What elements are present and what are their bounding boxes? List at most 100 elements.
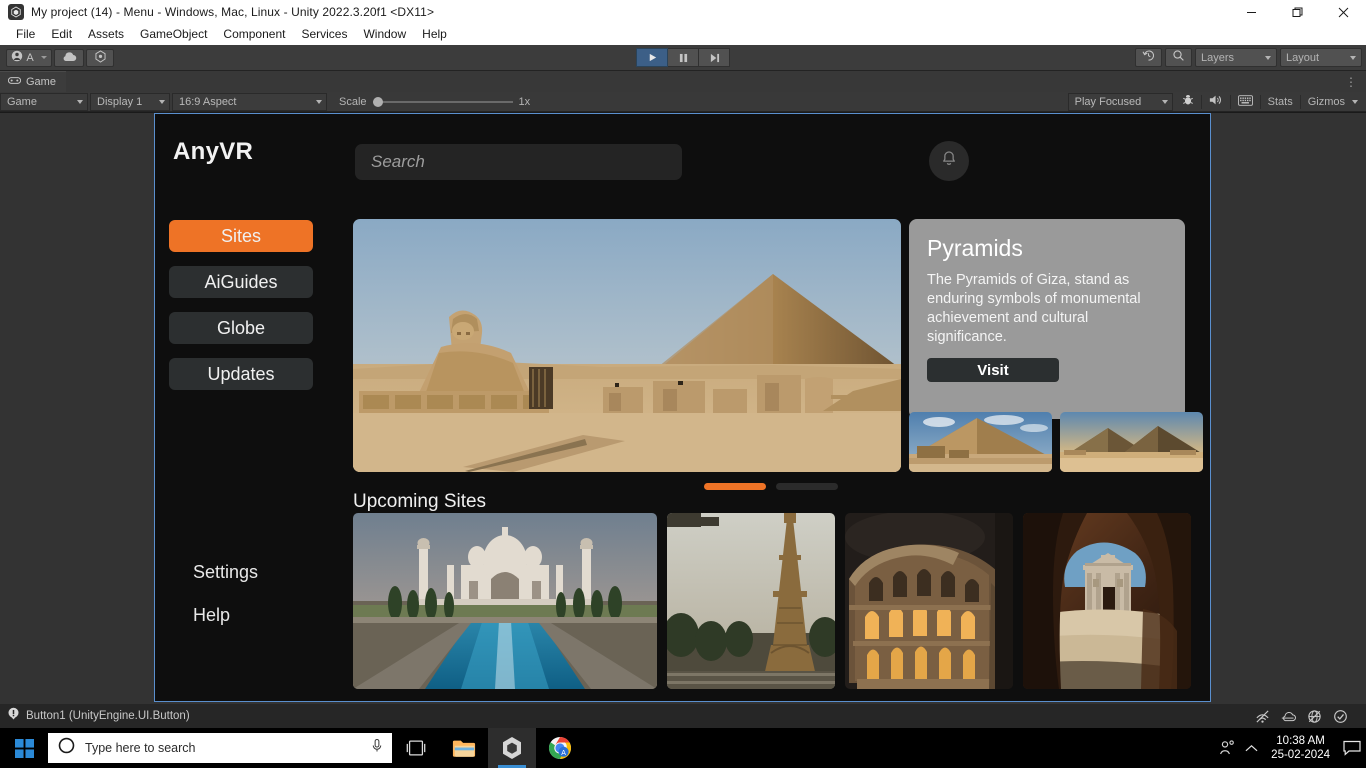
maximize-icon[interactable] [1274,0,1320,24]
upcoming-site-taj-mahal[interactable] [353,513,657,689]
nav-item-label: Globe [216,317,266,338]
search-placeholder: Search [371,152,425,171]
clock-time: 10:38 AM [1276,735,1325,747]
gizmos-button[interactable]: Gizmos [1301,92,1352,112]
play-button[interactable] [636,48,668,67]
layers-dropdown[interactable]: Layers [1195,48,1277,67]
nav-item-aiguides[interactable]: AiGuides [169,266,313,298]
menu-item-window[interactable]: Window [355,24,414,45]
kebab-menu-icon[interactable]: ⋮ [1345,75,1358,89]
nav-item-globe[interactable]: Globe [169,312,313,344]
unity-icon[interactable] [488,728,536,768]
notification-bell-icon [940,150,958,173]
minimize-icon[interactable] [1228,0,1274,24]
menu-item-edit[interactable]: Edit [43,24,80,45]
scale-value: 1x [518,95,531,108]
upcoming-site-colosseum[interactable] [845,513,1013,689]
search-button[interactable] [1165,48,1192,67]
account-button[interactable]: A [6,48,52,67]
link-settings[interactable]: Settings [193,562,258,583]
account-label: A [26,51,34,64]
menu-bar: File Edit Assets GameObject Component Se… [0,24,1366,45]
chevron-down-icon [159,99,165,104]
scale-label: Scale [339,95,367,108]
network-muted-icon[interactable] [1250,706,1274,726]
chevron-down-icon [1350,55,1356,60]
grid-icon [1237,94,1253,109]
search-icon [1172,49,1185,67]
windows-taskbar: Type here to search A 10:38 AM 25-02-202… [0,728,1366,768]
step-button[interactable] [699,48,730,67]
file-explorer-icon[interactable] [440,728,488,768]
menu-item-assets[interactable]: Assets [80,24,132,45]
section-title: Upcoming Sites [353,491,487,512]
game-view-canvas[interactable]: AnyVR Search Sites AiGuides Globe Update… [0,113,1366,704]
system-tray: 10:38 AM 25-02-2024 [1215,728,1366,768]
scale-slider[interactable]: Scale 1x [339,96,530,108]
chevron-down-icon [40,56,47,59]
pause-button[interactable] [668,48,699,67]
grid-button[interactable] [1231,92,1260,112]
microphone-icon[interactable] [370,738,384,758]
site-title: Pyramids [927,235,1023,261]
view-mode-label: Game [7,95,37,108]
cloud-button[interactable] [54,48,84,67]
no-internet-icon[interactable] [1302,706,1326,726]
taskbar-clock[interactable]: 10:38 AM 25-02-2024 [1263,728,1338,768]
unity-services-button[interactable] [86,48,114,67]
display-dropdown[interactable]: Display 1 [90,92,170,111]
search-input[interactable]: Search [355,144,682,180]
app-nav: Sites AiGuides Globe Updates [169,220,313,404]
action-center-icon[interactable] [1338,728,1366,768]
mute-audio-icon [1209,94,1223,109]
task-view-icon[interactable] [392,728,440,768]
panel-tab-strip: Game ⋮ [0,71,1366,92]
nav-item-sites[interactable]: Sites [169,220,313,252]
frame-debugger-button[interactable] [1175,92,1201,112]
app-logo: AnyVR [173,138,254,165]
scale-knob[interactable] [372,96,383,107]
view-mode-dropdown[interactable]: Game [0,92,88,111]
menu-item-services[interactable]: Services [293,24,355,45]
visit-button[interactable]: Visit [927,358,1059,382]
upcoming-site-petra-treasury[interactable] [1023,513,1191,689]
menu-item-gameobject[interactable]: GameObject [132,24,215,45]
carousel-dot-2[interactable] [776,483,838,490]
cortana-circle-icon [58,737,75,759]
card-thumbnail[interactable] [909,412,1052,472]
nav-item-label: Sites [220,225,262,246]
hero-image[interactable] [353,219,901,472]
aspect-dropdown[interactable]: 16:9 Aspect [172,92,327,111]
tab-game-label: Game [26,76,56,88]
menu-item-file[interactable]: File [8,24,43,45]
people-icon[interactable] [1215,728,1239,768]
card-thumbnail[interactable] [1060,412,1203,472]
close-icon[interactable] [1320,0,1366,24]
menu-item-component[interactable]: Component [215,24,293,45]
mute-audio-button[interactable] [1202,92,1230,112]
windows-start-icon[interactable] [0,728,48,768]
menu-item-help[interactable]: Help [414,24,455,45]
site-description: The Pyramids of Giza, stand as enduring … [927,272,1141,345]
gizmos-dropdown[interactable] [1352,92,1364,112]
tab-game[interactable]: Game [0,71,66,92]
notification-button[interactable] [929,141,969,181]
stats-button[interactable]: Stats [1261,92,1300,112]
display-label: Display 1 [97,95,143,108]
nav-item-updates[interactable]: Updates [169,358,313,390]
chrome-icon[interactable]: A [536,728,584,768]
toolbar-left-group: A [0,48,114,67]
layout-dropdown[interactable]: Layout [1280,48,1362,67]
onedrive-icon[interactable] [1276,706,1300,726]
stats-label: Stats [1267,95,1293,108]
link-help[interactable]: Help [193,605,258,626]
scale-track[interactable] [372,96,513,107]
unity-icon [8,4,24,20]
taskbar-search-input[interactable]: Type here to search [48,733,392,763]
undo-history-button[interactable] [1135,48,1162,67]
upcoming-site-eiffel-tower[interactable] [667,513,835,689]
carousel-dot-1[interactable] [704,483,766,490]
show-hidden-icons-icon[interactable] [1239,728,1263,768]
play-mode-dropdown[interactable]: Play Focused [1067,92,1173,111]
security-check-icon[interactable] [1328,706,1352,726]
